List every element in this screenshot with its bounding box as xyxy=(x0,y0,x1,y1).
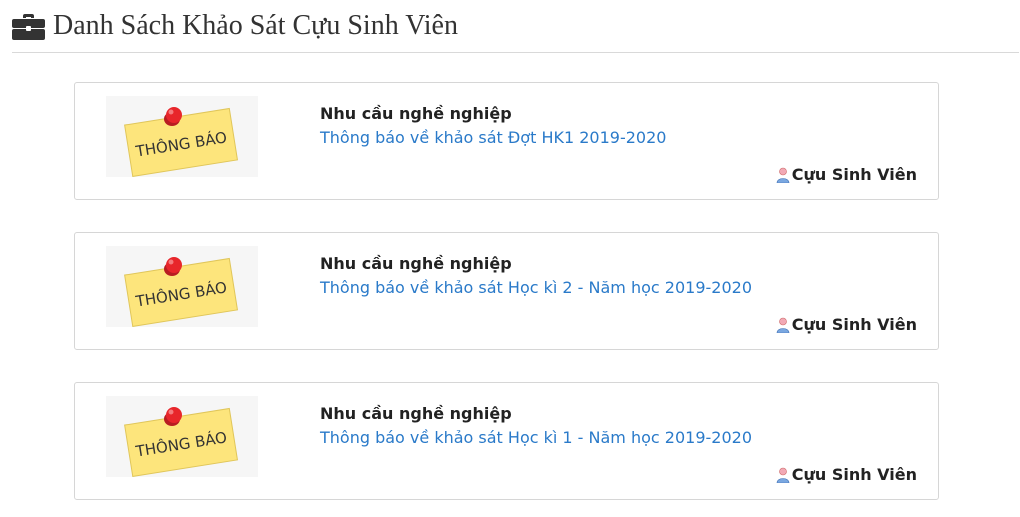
survey-title-link[interactable]: Thông báo về khảo sát Đợt HK1 2019-2020 xyxy=(320,128,666,147)
briefcase-icon xyxy=(12,14,45,40)
survey-author: Cựu Sinh Viên xyxy=(776,465,917,484)
user-icon xyxy=(776,467,790,483)
survey-category: Nhu cầu nghề nghiệp xyxy=(320,104,512,123)
page-title: Danh Sách Khảo Sát Cựu Sinh Viên xyxy=(53,10,458,41)
survey-card: THÔNG BÁO Nhu cầu nghề nghiệp Thông báo … xyxy=(74,82,939,200)
announcement-thumbnail[interactable]: THÔNG BÁO xyxy=(106,96,258,177)
survey-author: Cựu Sinh Viên xyxy=(776,315,917,334)
survey-card: THÔNG BÁO Nhu cầu nghề nghiệp Thông báo … xyxy=(74,382,939,500)
survey-author: Cựu Sinh Viên xyxy=(776,165,917,184)
announcement-thumbnail[interactable]: THÔNG BÁO xyxy=(106,396,258,477)
user-icon xyxy=(776,317,790,333)
page-header: Danh Sách Khảo Sát Cựu Sinh Viên xyxy=(12,0,1019,53)
announcement-thumbnail[interactable]: THÔNG BÁO xyxy=(106,246,258,327)
survey-category: Nhu cầu nghề nghiệp xyxy=(320,404,512,423)
survey-title-link[interactable]: Thông báo về khảo sát Học kì 1 - Năm học… xyxy=(320,428,752,447)
author-label: Cựu Sinh Viên xyxy=(791,165,917,184)
survey-card: THÔNG BÁO Nhu cầu nghề nghiệp Thông báo … xyxy=(74,232,939,350)
user-icon xyxy=(776,167,790,183)
survey-category: Nhu cầu nghề nghiệp xyxy=(320,254,512,273)
survey-title-link[interactable]: Thông báo về khảo sát Học kì 2 - Năm học… xyxy=(320,278,752,297)
author-label: Cựu Sinh Viên xyxy=(791,315,917,334)
author-label: Cựu Sinh Viên xyxy=(791,465,917,484)
